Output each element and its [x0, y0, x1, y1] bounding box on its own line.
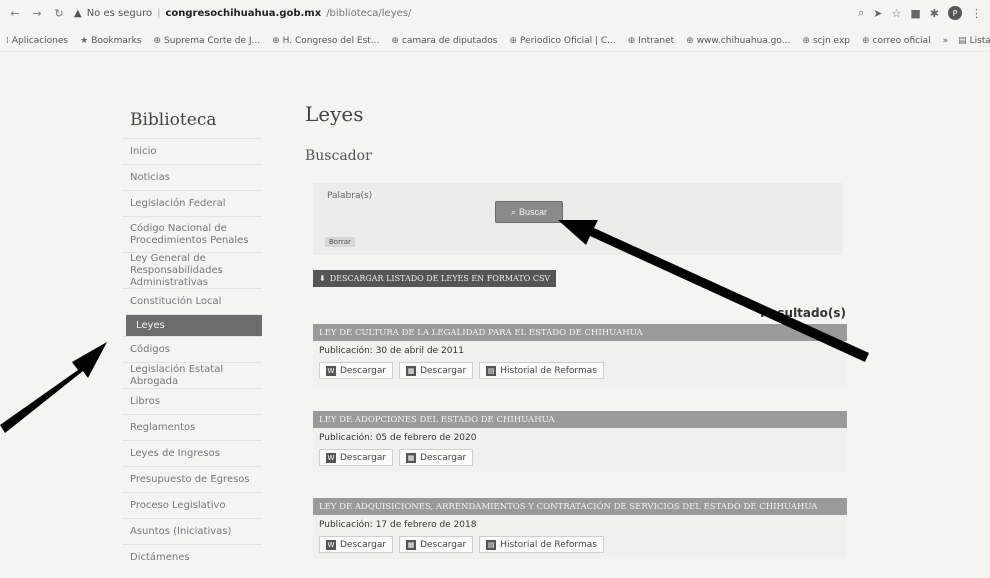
right-arrow-icon [558, 220, 869, 362]
left-arrow-icon [0, 342, 107, 433]
annotation-arrows [0, 220, 869, 433]
